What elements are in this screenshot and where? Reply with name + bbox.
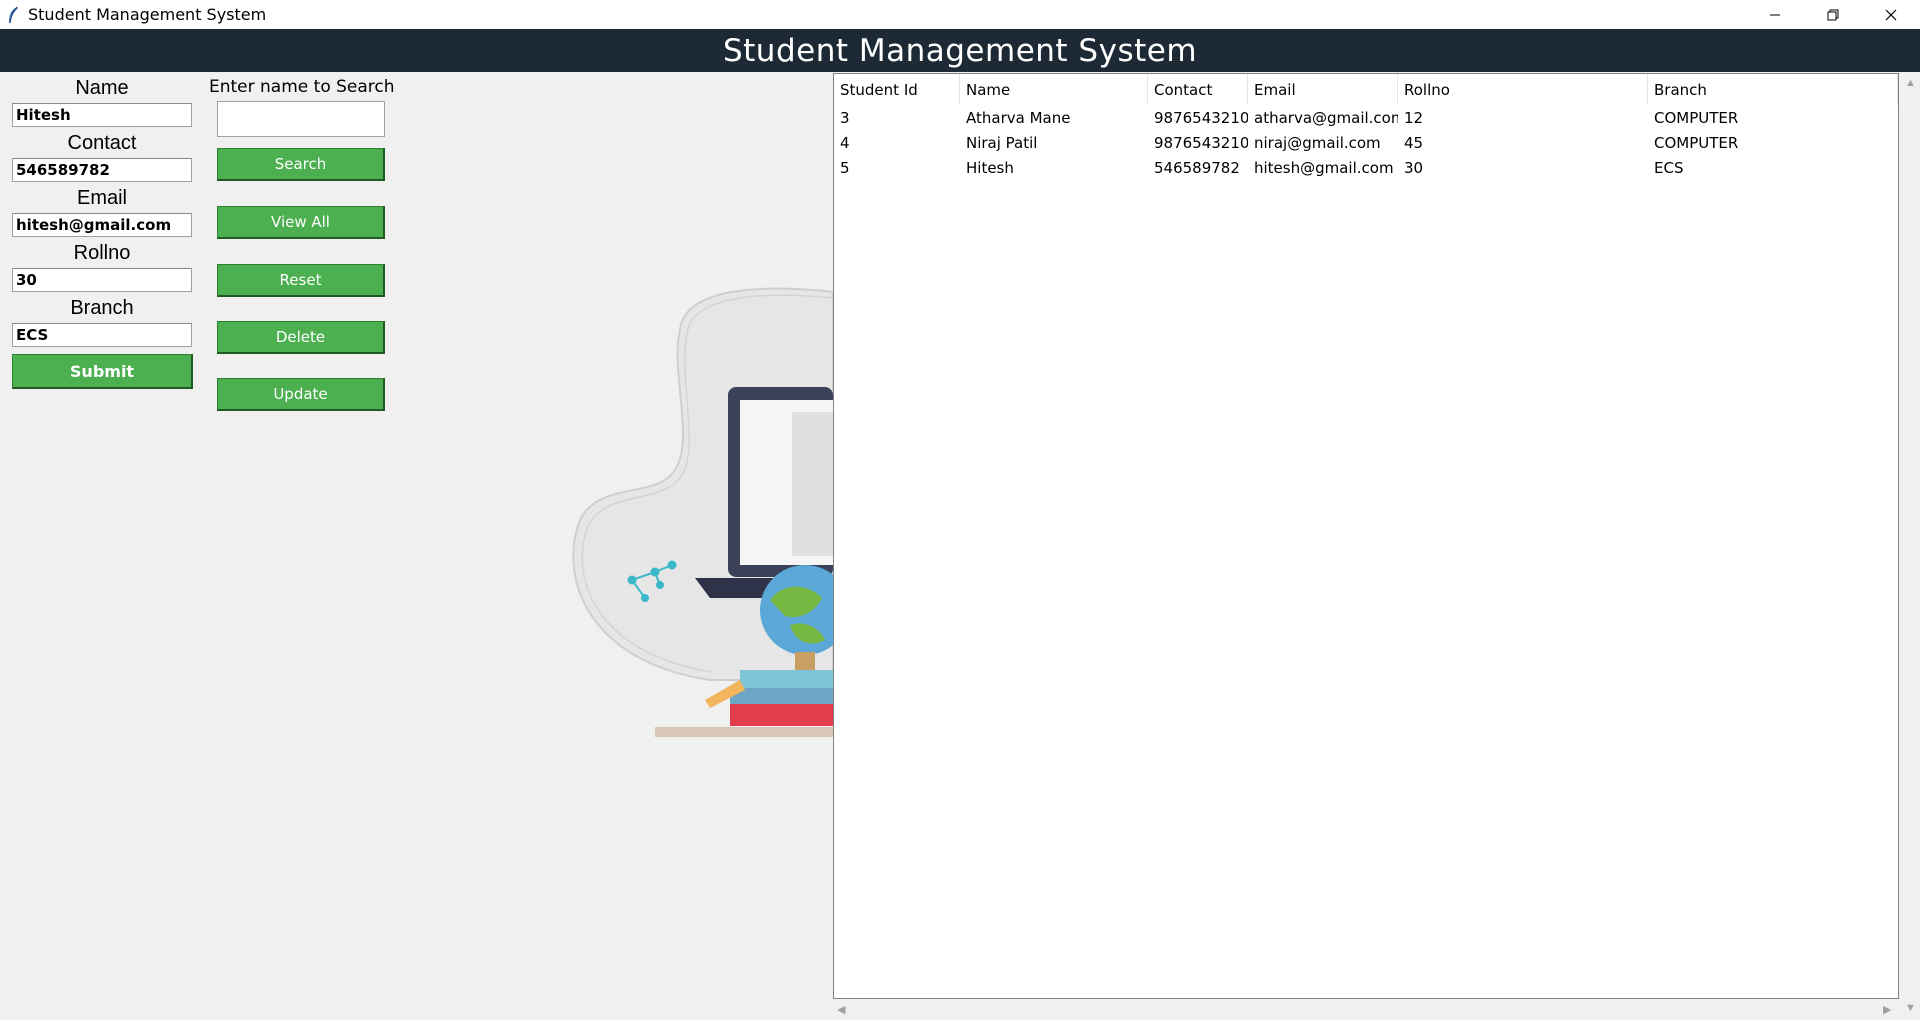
contact-label: Contact: [67, 132, 137, 154]
delete-button[interactable]: Delete: [217, 321, 385, 354]
email-label: Email: [76, 187, 127, 209]
window-titlebar: Student Management System: [0, 0, 1920, 29]
cell-branch: ECS: [1654, 158, 1684, 177]
scroll-left-icon[interactable]: ◀: [837, 1003, 845, 1016]
minimize-icon[interactable]: [1746, 0, 1804, 29]
table-header: Student Id Name Contact Email Rollno Bra…: [834, 74, 1898, 105]
scroll-up-icon[interactable]: ▲: [1905, 77, 1916, 89]
column-header-name[interactable]: Name: [960, 74, 1148, 105]
table-row[interactable]: 3 Atharva Mane 9876543210 atharva@gmail.…: [834, 105, 1898, 130]
cell-email: hitesh@gmail.com: [1254, 158, 1394, 177]
students-table[interactable]: Student Id Name Contact Email Rollno Bra…: [833, 73, 1899, 999]
horizontal-scrollbar[interactable]: ◀ ▶: [833, 999, 1899, 1020]
search-label: Enter name to Search: [209, 77, 395, 97]
scroll-down-icon[interactable]: ▼: [1905, 1002, 1916, 1014]
window-title: Student Management System: [28, 5, 267, 24]
cell-rollno: 30: [1404, 158, 1424, 177]
name-field[interactable]: Hitesh: [12, 103, 192, 127]
table-row[interactable]: 4 Niraj Patil 9876543210 niraj@gmail.com…: [834, 130, 1898, 155]
column-header-contact[interactable]: Contact: [1148, 74, 1248, 105]
view-all-button[interactable]: View All: [217, 206, 385, 239]
submit-button[interactable]: Submit: [12, 354, 193, 389]
branch-field[interactable]: ECS: [12, 323, 192, 347]
vertical-scrollbar[interactable]: ▲ ▼: [1900, 73, 1920, 1019]
page-title: Student Management System: [722, 32, 1198, 69]
contact-field[interactable]: 546589782: [12, 158, 192, 182]
cell-student-id: 4: [840, 133, 850, 152]
window-controls: [1746, 0, 1920, 29]
cell-rollno: 12: [1404, 108, 1424, 127]
cell-student-id: 3: [840, 108, 850, 127]
cell-contact: 9876543210: [1154, 108, 1248, 127]
cell-name: Hitesh: [966, 158, 1014, 177]
background-illustration: [560, 280, 833, 760]
column-header-email[interactable]: Email: [1248, 74, 1398, 105]
feather-icon: [6, 6, 20, 24]
reset-button[interactable]: Reset: [217, 264, 385, 297]
scroll-right-icon[interactable]: ▶: [1883, 1003, 1891, 1016]
cell-contact: 9876543210: [1154, 133, 1248, 152]
cell-rollno: 45: [1404, 133, 1424, 152]
cell-name: Atharva Mane: [966, 108, 1071, 127]
rollno-label: Rollno: [73, 242, 131, 264]
rollno-field[interactable]: 30: [12, 268, 192, 292]
table-row[interactable]: 5 Hitesh 546589782 hitesh@gmail.com 30 E…: [834, 155, 1898, 180]
branch-label: Branch: [70, 297, 134, 319]
email-field[interactable]: hitesh@gmail.com: [12, 213, 192, 237]
update-button[interactable]: Update: [217, 378, 385, 411]
cell-student-id: 5: [840, 158, 850, 177]
cell-email: niraj@gmail.com: [1254, 133, 1381, 152]
column-header-rollno[interactable]: Rollno: [1398, 74, 1648, 105]
cell-name: Niraj Patil: [966, 133, 1038, 152]
cell-branch: COMPUTER: [1654, 133, 1739, 152]
cell-email: atharva@gmail.com: [1254, 108, 1398, 127]
search-button[interactable]: Search: [217, 148, 385, 181]
cell-contact: 546589782: [1154, 158, 1240, 177]
close-icon[interactable]: [1862, 0, 1920, 29]
column-header-student-id[interactable]: Student Id: [834, 74, 960, 105]
name-label: Name: [75, 77, 129, 99]
app-header: Student Management System: [0, 29, 1920, 72]
column-header-branch[interactable]: Branch: [1648, 74, 1898, 105]
restore-icon[interactable]: [1804, 0, 1862, 29]
search-input[interactable]: [217, 101, 385, 137]
cell-branch: COMPUTER: [1654, 108, 1739, 127]
